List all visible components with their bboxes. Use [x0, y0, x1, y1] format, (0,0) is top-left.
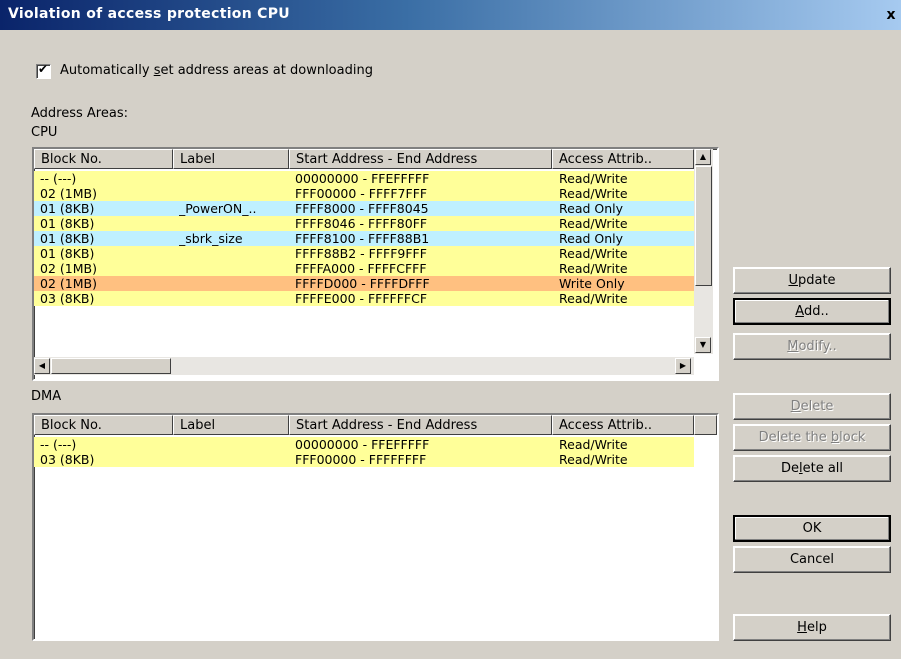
column-header-access[interactable]: Access Attrib.. [552, 149, 694, 169]
h-scroll-thumb[interactable] [51, 358, 171, 374]
ok-button[interactable]: OK [733, 515, 891, 542]
cell-label: _PowerON_.. [179, 201, 257, 216]
cell-address-range: FFFF8100 - FFFF88B1 [295, 231, 430, 246]
cell-address-range: FFF00000 - FFFFFFFF [295, 452, 427, 467]
dma-address-list[interactable]: Block No. Label Start Address - End Addr… [32, 413, 719, 641]
table-row[interactable]: 01 (8KB) _PowerON_.. FFFF8000 - FFFF8045 Re… [34, 201, 694, 216]
cell-block-no: 01 (8KB) [40, 201, 95, 216]
cell-access-attr: Read/Write [559, 291, 628, 306]
column-header-label[interactable]: Label [173, 149, 289, 169]
column-header-block-no[interactable]: Block No. [34, 149, 173, 169]
scroll-left-icon[interactable]: ◀ [34, 358, 50, 374]
cell-address-range: FFFF8000 - FFFF8045 [295, 201, 429, 216]
scroll-up-icon[interactable]: ▲ [695, 149, 711, 165]
auto-address-checkbox-label[interactable]: Automatically set address areas at downl… [60, 63, 373, 78]
cell-block-no: 01 (8KB) [40, 231, 95, 246]
cell-access-attr: Read/Write [559, 246, 628, 261]
table-row[interactable]: -- (---) 00000000 - FFEFFFFF Read/Write [34, 437, 694, 452]
cell-access-attr: Read/Write [559, 452, 628, 467]
table-row[interactable]: 02 (1MB) FFF00000 - FFFF7FFF Read/Write [34, 186, 694, 201]
column-header-address[interactable]: Start Address - End Address [289, 415, 552, 435]
close-icon[interactable]: x [883, 7, 899, 23]
dialog-window: Violation of access protection CPU x Aut… [0, 0, 901, 659]
window-title: Violation of access protection CPU [8, 6, 290, 22]
column-header-label[interactable]: Label [173, 415, 289, 435]
cell-address-range: FFFFA000 - FFFFCFFF [295, 261, 427, 276]
cpu-address-list[interactable]: Block No. Label Start Address - End Addr… [32, 147, 719, 381]
cell-access-attr: Read/Write [559, 437, 628, 452]
column-header-filler [694, 415, 717, 435]
auto-address-checkbox[interactable] [36, 62, 51, 79]
table-row[interactable]: 02 (1MB) FFFFA000 - FFFFCFFF Read/Write [34, 261, 694, 276]
cell-address-range: FFFF8046 - FFFF80FF [295, 216, 428, 231]
table-row[interactable]: 01 (8KB) FFFF8046 - FFFF80FF Read/Write [34, 216, 694, 231]
cell-block-no: 02 (1MB) [40, 276, 97, 291]
delete-block-button[interactable]: Delete the block [733, 424, 891, 451]
column-header-address[interactable]: Start Address - End Address [289, 149, 552, 169]
table-row[interactable]: 02 (1MB) FFFFD000 - FFFFDFFF Write Only [34, 276, 694, 291]
cell-address-range: 00000000 - FFEFFFFF [295, 437, 430, 452]
cell-address-range: FFFFD000 - FFFFDFFF [295, 276, 430, 291]
cell-access-attr: Write Only [559, 276, 625, 291]
table-row[interactable]: 03 (8KB) FFFFE000 - FFFFFFCF Read/Write [34, 291, 694, 306]
cell-access-attr: Read/Write [559, 186, 628, 201]
delete-button[interactable]: Delete [733, 393, 891, 420]
title-bar[interactable]: Violation of access protection CPU x [0, 0, 901, 30]
help-button[interactable]: Help [733, 614, 891, 641]
scroll-right-icon[interactable]: ▶ [675, 358, 691, 374]
table-row[interactable]: 01 (8KB) FFFF88B2 - FFFF9FFF Read/Write [34, 246, 694, 261]
cell-block-no: 01 (8KB) [40, 246, 95, 261]
cancel-button[interactable]: Cancel [733, 546, 891, 573]
cell-block-no: -- (---) [40, 171, 77, 186]
cpu-label: CPU [31, 125, 58, 140]
cell-block-no: 01 (8KB) [40, 216, 95, 231]
cell-address-range: 00000000 - FFEFFFFF [295, 171, 430, 186]
column-header-block-no[interactable]: Block No. [34, 415, 173, 435]
table-row[interactable]: -- (---) 00000000 - FFEFFFFF Read/Write [34, 171, 694, 186]
cell-address-range: FFFF88B2 - FFFF9FFF [295, 246, 427, 261]
cell-access-attr: Read/Write [559, 171, 628, 186]
delete-all-button[interactable]: Delete all [733, 455, 891, 482]
scroll-thumb[interactable] [695, 166, 712, 286]
cell-access-attr: Read Only [559, 201, 624, 216]
table-row[interactable]: 01 (8KB) _sbrk_size FFFF8100 - FFFF88B1 Rea… [34, 231, 694, 246]
cell-access-attr: Read/Write [559, 216, 628, 231]
cell-address-range: FFFFE000 - FFFFFFCF [295, 291, 428, 306]
cell-block-no: -- (---) [40, 437, 77, 452]
cell-label: _sbrk_size [179, 231, 243, 246]
column-header-access[interactable]: Access Attrib.. [552, 415, 694, 435]
cell-block-no: 02 (1MB) [40, 186, 97, 201]
table-row[interactable]: 03 (8KB) FFF00000 - FFFFFFFF Read/Write [34, 452, 694, 467]
address-areas-label: Address Areas: [31, 106, 128, 121]
cell-access-attr: Read Only [559, 231, 624, 246]
scroll-down-icon[interactable]: ▼ [695, 337, 711, 353]
add-button[interactable]: Add.. [733, 298, 891, 325]
cell-address-range: FFF00000 - FFFF7FFF [295, 186, 428, 201]
cell-access-attr: Read/Write [559, 261, 628, 276]
cell-block-no: 02 (1MB) [40, 261, 97, 276]
dma-label: DMA [31, 389, 62, 404]
modify-button[interactable]: Modify.. [733, 333, 891, 360]
update-button[interactable]: Update [733, 267, 891, 294]
cell-block-no: 03 (8KB) [40, 291, 95, 306]
cpu-vertical-scrollbar[interactable]: ▲ ▼ [694, 149, 713, 354]
cell-block-no: 03 (8KB) [40, 452, 95, 467]
cpu-horizontal-scrollbar[interactable]: ◀ ▶ [34, 357, 694, 375]
